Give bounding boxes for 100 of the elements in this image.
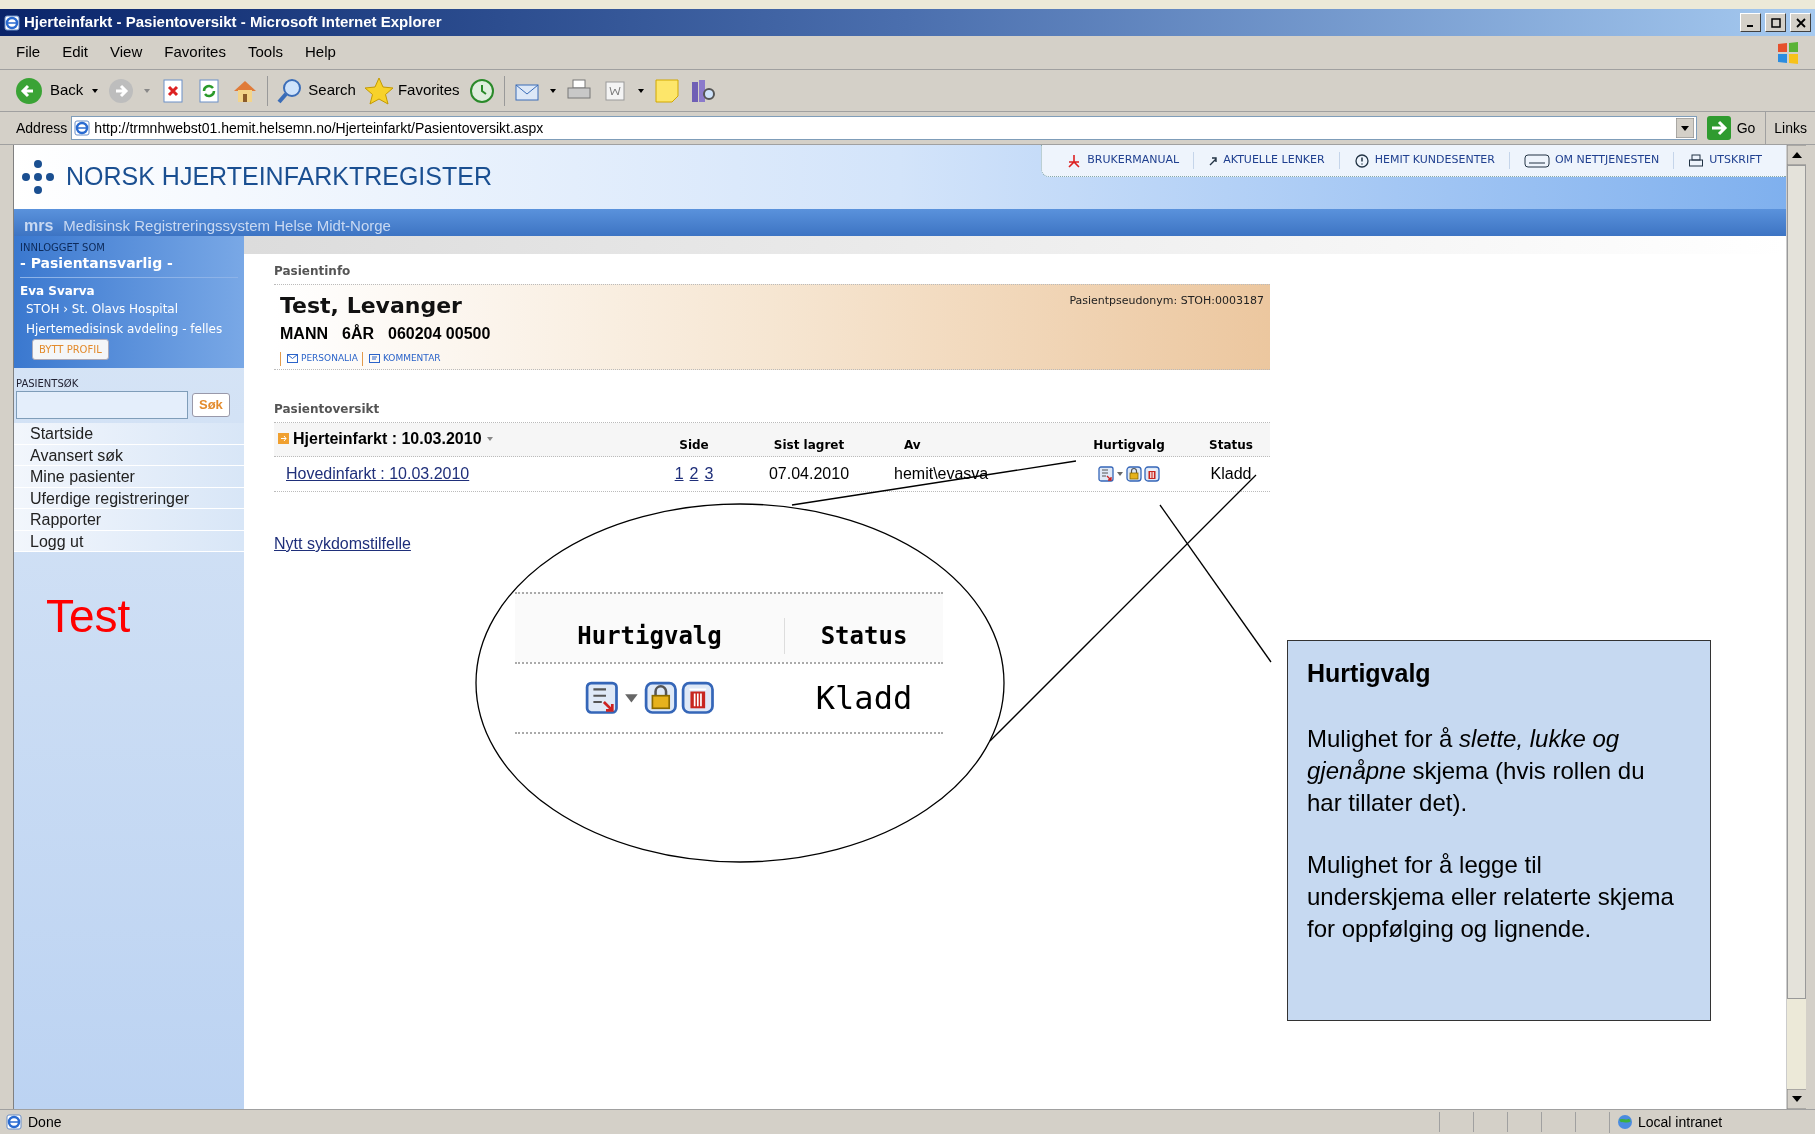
patient-search-label: PASIENTSØK <box>15 377 80 391</box>
patient-search-field[interactable] <box>16 391 188 419</box>
browser-page-icon <box>6 1114 22 1130</box>
page-link[interactable]: 2 <box>689 462 699 486</box>
menu-item[interactable]: View <box>110 41 143 64</box>
user-name: Eva Svarva <box>20 283 96 300</box>
callout-paragraph: Mulighet for å slette, lukke og gjenåpne skjema (hvis rollen du har tillater det). <box>1307 723 1646 818</box>
trash-icon[interactable] <box>1144 466 1160 482</box>
page-link[interactable]: 3 <box>704 462 714 486</box>
caret-icon[interactable] <box>91 86 100 95</box>
address-field[interactable]: http://trmnhwebst01.hemit.helsemn.no/Hjerteinfarkt/Pasientoversikt.aspx <box>71 116 1697 140</box>
arrow-square-icon <box>278 433 289 444</box>
nav-link[interactable]: Avansert søk <box>14 444 244 466</box>
history-icon[interactable] <box>467 76 496 105</box>
column-header: Hurtigvalg <box>1092 437 1166 454</box>
scroll-thumb[interactable] <box>1787 165 1806 999</box>
links-button[interactable]: Links <box>1765 112 1815 144</box>
printer-icon <box>1688 152 1705 169</box>
menu-item[interactable]: Favorites <box>164 41 226 64</box>
band-logo: mrs <box>24 216 54 236</box>
logo-dots-icon <box>20 159 56 195</box>
star-icon <box>363 75 394 106</box>
menu-item[interactable]: Tools <box>247 41 283 64</box>
caret-icon[interactable] <box>548 86 557 95</box>
document-icon[interactable] <box>584 681 619 715</box>
table-cell-text: hemit\evasva <box>893 464 990 484</box>
maximize-icon[interactable] <box>1765 13 1786 32</box>
column-header: Av <box>903 437 922 454</box>
back-button[interactable]: Back <box>14 75 84 106</box>
section-heading: Pasientinfo <box>274 263 352 280</box>
scroll-down-icon[interactable] <box>1787 1089 1807 1109</box>
security-zone: Local intranet <box>1638 1112 1723 1132</box>
patient-age: 6ÅR <box>342 323 374 344</box>
nav-link[interactable]: Mine pasienter <box>14 466 244 488</box>
nav-link[interactable]: Rapporter <box>14 509 244 531</box>
caret-icon[interactable] <box>1116 470 1124 478</box>
patient-tab[interactable]: PERSONALIA <box>280 352 358 366</box>
nav-link[interactable]: Logg ut <box>14 530 244 552</box>
status-text: Done <box>28 1112 63 1132</box>
window-title: Hjerteinfarkt - Pasientoversikt - Microsoft Internet Explorer <box>24 12 442 33</box>
role-text: - Pasientansvarlig - <box>20 253 238 278</box>
globe-icon <box>1616 1113 1634 1131</box>
external-link-icon <box>1208 154 1219 167</box>
organization-text: STOH › St. Olavs Hospital <box>25 301 180 318</box>
department-text: Hjertemedisinsk avdeling - felles <box>26 322 223 336</box>
badge-icon <box>1523 153 1550 168</box>
menu-item[interactable]: File <box>16 41 41 64</box>
callout-title: Hurtigvalg <box>1307 658 1432 689</box>
url-text: http://trmnhwebst01.hemit.helsemn.no/Hjerteinfarkt/Pasientoversikt.aspx <box>94 118 544 138</box>
magnified-status: Kladd <box>814 678 914 719</box>
browser-page-icon <box>74 120 91 136</box>
header-link[interactable]: BRUKERMANUAL <box>1052 152 1194 169</box>
column-header: Status <box>1208 437 1254 454</box>
case-group-title[interactable]: Hjerteinfarkt : 10.03.2010 <box>293 426 482 451</box>
patient-id: 060204 00500 <box>388 324 491 344</box>
search-button[interactable]: Search <box>276 76 356 105</box>
patient-tab[interactable]: KOMMENTAR <box>361 352 441 366</box>
band-subtitle: Medisinsk Registreringssystem Helse Midt-Norge <box>63 216 391 236</box>
table-cell-text: 07.04.2010 <box>767 464 851 484</box>
page-link[interactable]: 1 <box>674 462 684 486</box>
document-icon[interactable] <box>1098 466 1114 482</box>
go-button[interactable]: Go <box>1700 116 1762 140</box>
lock-icon[interactable] <box>643 681 678 715</box>
site-logo: NORSK HJERTEINFARKTREGISTER <box>66 161 492 193</box>
logged-in-label: INNLOGGET SOM <box>20 242 106 253</box>
column-header: Side <box>678 437 710 454</box>
form-link[interactable]: Hovedinfarkt : 10.03.2010 <box>274 462 654 486</box>
browser-page-icon <box>4 14 20 31</box>
callout-paragraph: Mulighet for å legge til underskjema eller relaterte skjema for oppfølging og lignende. <box>1307 849 1675 944</box>
new-case-link[interactable]: Nytt sykdomstilfelle <box>274 532 411 556</box>
nav-link[interactable]: Startside <box>14 423 244 445</box>
scrollbar[interactable] <box>1786 145 1806 1109</box>
section-heading: Pasientoversikt <box>274 401 381 418</box>
table-cell-text: Kladd <box>1209 464 1253 484</box>
header-link[interactable]: HEMIT KUNDESENTER <box>1338 152 1509 169</box>
caret-icon[interactable] <box>636 86 645 95</box>
minimize-icon[interactable] <box>1740 13 1761 32</box>
scroll-up-icon[interactable] <box>1787 145 1807 165</box>
comment-icon <box>368 354 380 364</box>
address-label: Address <box>16 118 68 138</box>
close-icon[interactable] <box>1790 13 1811 32</box>
patient-pseudonym: Pasientpseudonym: STOH:0003187 <box>1069 293 1264 309</box>
header-link[interactable]: OM NETTJENESTEN <box>1508 152 1674 169</box>
info-icon <box>1353 152 1370 169</box>
magnified-column-header: Status <box>819 621 909 652</box>
patient-sex: MANN <box>280 324 328 344</box>
header-link[interactable]: UTSKRIFT <box>1673 152 1776 169</box>
favorites-button[interactable]: Favorites <box>363 75 460 106</box>
patient-name: Test, Levanger <box>280 292 462 320</box>
dropdown-arrow-icon[interactable] <box>1675 118 1694 138</box>
column-header: Sist lagret <box>772 437 846 454</box>
lock-icon[interactable] <box>1126 466 1142 482</box>
menu-item[interactable]: Edit <box>62 41 89 64</box>
windows-logo-icon <box>1775 39 1801 66</box>
trash-icon[interactable] <box>681 681 716 715</box>
magnified-column-header: Hurtigvalg <box>515 618 785 654</box>
envelope-icon <box>287 354 298 364</box>
menu-item[interactable]: Help <box>305 41 336 64</box>
header-link[interactable]: AKTUELLE LENKER <box>1193 152 1339 169</box>
nav-link[interactable]: Uferdige registreringer <box>14 487 244 509</box>
